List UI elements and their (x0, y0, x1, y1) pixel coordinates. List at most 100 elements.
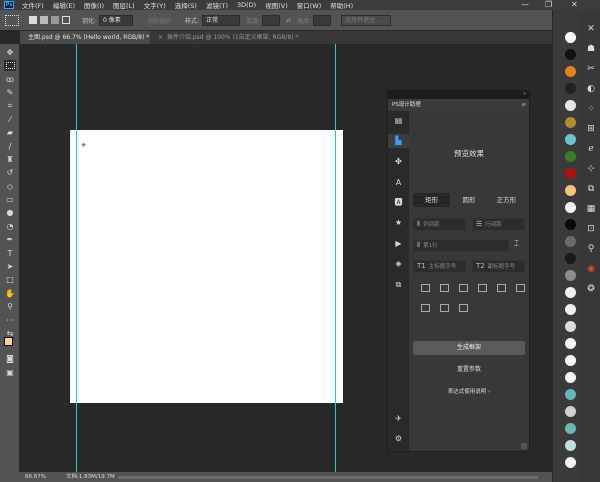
qr-icon[interactable]: ▦ (584, 202, 598, 216)
row-count-input[interactable]: ⦀ 第1行 (413, 239, 509, 252)
color-swatch[interactable] (565, 389, 576, 400)
select-mask-button[interactable]: 选择并遮住... (341, 14, 392, 26)
duck-icon[interactable]: ◐ (584, 82, 598, 96)
align-bottom-left-icon[interactable] (478, 284, 487, 292)
color-swatch[interactable] (565, 338, 576, 349)
star-icon[interactable]: ★ (393, 217, 404, 228)
crop-panel-icon[interactable]: ⊡ (584, 222, 598, 236)
align-bottom-right-icon[interactable] (516, 284, 525, 292)
dots-icon[interactable]: ⁘ (584, 102, 598, 116)
horizontal-scrollbar[interactable] (118, 476, 538, 479)
width-input[interactable] (262, 14, 281, 26)
color-swatch[interactable] (565, 304, 576, 315)
more-tools-icon[interactable]: ··· (4, 315, 16, 326)
color-swatch[interactable] (565, 66, 576, 77)
close-x-icon[interactable]: ✕ (584, 22, 598, 36)
brush-panel-icon[interactable]: ☗ (584, 42, 598, 56)
history-brush-icon[interactable]: ↺ (4, 167, 16, 178)
panel-menu-icon[interactable]: ≡ (521, 99, 526, 111)
restore-icon[interactable]: ❐ (545, 0, 552, 9)
color-swatch[interactable] (565, 151, 576, 162)
text-icon[interactable]: A (393, 177, 404, 188)
color-swatch[interactable] (565, 440, 576, 451)
expression-help-link[interactable]: 表达式使用说明 › (409, 387, 529, 395)
image-text-icon[interactable]: 🅰 (393, 197, 404, 208)
frame-icon[interactable]: ▙ (388, 134, 409, 148)
cut-icon[interactable]: ✂ (584, 62, 598, 76)
color-swatch[interactable] (565, 134, 576, 145)
menu-view[interactable]: 视图(V) (265, 0, 288, 10)
resize-handle[interactable] (521, 443, 527, 449)
document-canvas[interactable]: ⌖ (70, 130, 343, 403)
eraser-tool-icon[interactable]: ◇ (4, 181, 16, 192)
align-middle-center-icon[interactable] (440, 304, 449, 312)
col-spacing-input[interactable]: ⦀ 列间距 (413, 218, 466, 231)
zoom-level[interactable]: 66.67% (25, 472, 46, 482)
add-selection-icon[interactable] (40, 16, 48, 24)
menu-select[interactable]: 选择(S) (175, 0, 197, 10)
color-swatch[interactable] (565, 100, 576, 111)
color-swatch[interactable] (565, 355, 576, 366)
shape-square-tab[interactable]: 正方形 (488, 193, 525, 207)
row-spacing-input[interactable]: ☰ 行间距 (472, 218, 525, 231)
pen-tool-icon[interactable]: ✒ (4, 234, 16, 245)
marquee-preset-icon[interactable] (5, 14, 19, 26)
settings-icon[interactable]: ⚙ (393, 433, 404, 444)
menu-image[interactable]: 图像(I) (84, 0, 104, 10)
color-wheel-icon[interactable]: ❂ (584, 282, 598, 296)
color-swatch[interactable] (565, 321, 576, 332)
close-icon[interactable]: ✕ (571, 0, 578, 9)
new-selection-icon[interactable] (29, 16, 37, 24)
layout-icon[interactable]: ▤ (393, 115, 404, 126)
blur-tool-icon[interactable]: ● (4, 207, 16, 218)
generate-frame-button[interactable]: 生成框架 (413, 341, 525, 355)
lasso-tool-icon[interactable]: ꝏ (4, 74, 16, 85)
marquee-tool-icon[interactable] (4, 60, 16, 71)
antialias-checkbox[interactable]: 消除锯齿 (147, 16, 171, 25)
guide-line-right[interactable] (335, 44, 336, 472)
color-swatch[interactable] (565, 32, 576, 43)
color-swatch[interactable] (565, 83, 576, 94)
color-swatch[interactable] (565, 270, 576, 281)
color-swatch[interactable] (565, 253, 576, 264)
align-top-right-icon[interactable] (459, 284, 468, 292)
move-tool-icon[interactable]: ✥ (4, 47, 16, 58)
color-swatch[interactable] (565, 168, 576, 179)
rectangle-tool-icon[interactable]: □ (4, 274, 16, 285)
menu-window[interactable]: 窗口(W) (297, 0, 322, 10)
style-select[interactable]: 正常 (202, 14, 241, 26)
color-swatch[interactable] (565, 219, 576, 230)
align-middle-right-icon[interactable] (459, 304, 468, 312)
type-tool-icon[interactable]: T (4, 248, 16, 259)
collapse-icon[interactable]: » (523, 91, 526, 97)
panel-header[interactable]: » (388, 91, 529, 99)
height-input[interactable] (313, 14, 332, 26)
layout-grid-icon[interactable]: ⊞ (584, 122, 598, 136)
tab-plugin-psd[interactable]: × 插件介绍.psd @ 100% (1自定义框架, RGB/8) * (150, 31, 310, 44)
gradient-tool-icon[interactable]: ▭ (4, 194, 16, 205)
dodge-tool-icon[interactable]: ◔ (4, 221, 16, 232)
quick-select-tool-icon[interactable]: ✎ (4, 87, 16, 98)
color-swatch[interactable] (565, 236, 576, 247)
align-bottom-center-icon[interactable] (497, 284, 506, 292)
align-top-center-icon[interactable] (440, 284, 449, 292)
tab-close-icon[interactable]: × (158, 34, 163, 41)
crop-tool-icon[interactable]: ⌗ (4, 100, 16, 111)
eyedropper-tool-icon[interactable]: ⁄ (4, 114, 16, 125)
minimize-icon[interactable]: — (521, 0, 529, 9)
main-title-size-input[interactable]: T1 主标题字号 (413, 260, 466, 273)
menu-type[interactable]: 文字(Y) (144, 0, 166, 10)
color-swatch[interactable] (565, 49, 576, 60)
color-swatch[interactable] (565, 202, 576, 213)
sub-title-size-input[interactable]: T2 副标题字号 (472, 260, 525, 273)
align-top-left-icon[interactable] (421, 284, 430, 292)
record-icon[interactable]: ◉ (584, 262, 598, 276)
puzzle-icon[interactable]: ✤ (393, 156, 404, 167)
swap-icon[interactable]: ⇄ (286, 17, 291, 24)
color-swatch[interactable] (565, 372, 576, 383)
intersect-selection-icon[interactable] (62, 16, 70, 24)
color-swatch[interactable] (565, 185, 576, 196)
pin-icon[interactable]: ✈ (393, 413, 404, 424)
healing-tool-icon[interactable]: ▰ (4, 127, 16, 138)
transform-icon[interactable]: ⊹ (584, 162, 598, 176)
